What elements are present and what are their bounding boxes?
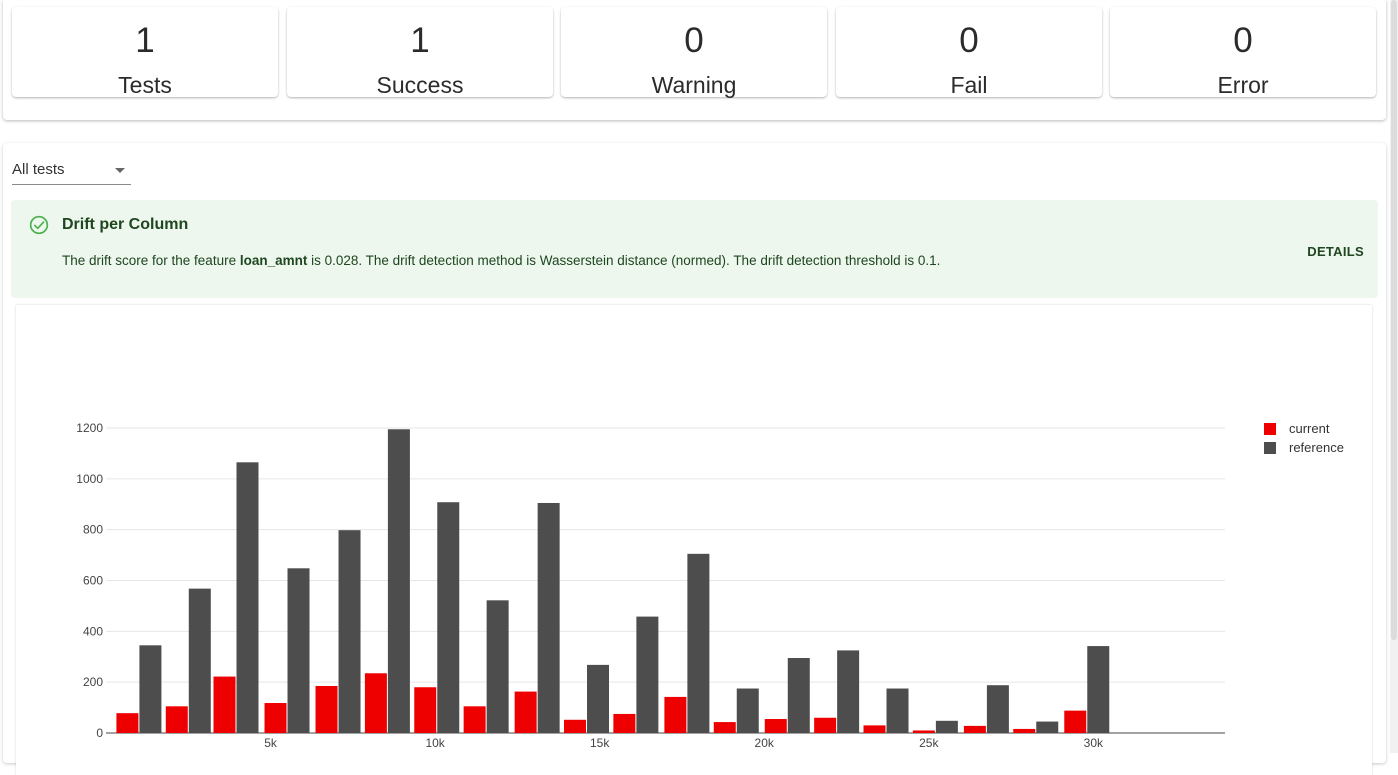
bar-current[interactable] xyxy=(713,722,736,733)
bar-current[interactable] xyxy=(1013,728,1036,733)
bar-current[interactable] xyxy=(165,706,188,733)
x-tick-label: 30k xyxy=(1084,736,1104,750)
test-result-card: Drift per Column The drift score for the… xyxy=(11,200,1378,298)
bar-current[interactable] xyxy=(213,676,236,733)
x-tick-label: 5k xyxy=(264,736,278,750)
bar-reference[interactable] xyxy=(437,502,460,733)
y-axis: 0 200 400 600 800 1000 1200 xyxy=(76,421,103,740)
x-axis: 5k 10k 15k 20k 25k 30k xyxy=(264,736,1104,750)
description-suffix: is 0.028. The drift detection method is … xyxy=(307,253,941,268)
y-tick-label: 1000 xyxy=(76,472,103,486)
bar-current[interactable] xyxy=(1064,710,1087,733)
bar-current[interactable] xyxy=(264,703,287,733)
stat-label: Tests xyxy=(118,72,172,98)
bar-reference[interactable] xyxy=(886,688,909,733)
legend: current reference xyxy=(1264,421,1344,455)
bar-reference[interactable] xyxy=(935,720,958,733)
stat-card-tests: 1 Tests xyxy=(12,7,278,98)
grid-lines xyxy=(106,427,1225,734)
bar-reference[interactable] xyxy=(687,553,710,733)
bar-reference[interactable] xyxy=(486,600,509,733)
stat-card-fail: 0 Fail xyxy=(836,7,1102,98)
x-tick-label: 15k xyxy=(590,736,610,750)
bar-reference[interactable] xyxy=(1087,646,1110,733)
y-tick-label: 800 xyxy=(83,523,103,537)
bar-current[interactable] xyxy=(912,730,935,733)
legend-label[interactable]: current xyxy=(1289,421,1330,436)
bars xyxy=(116,429,1110,733)
bar-reference[interactable] xyxy=(1036,721,1059,733)
bar-current[interactable] xyxy=(764,719,787,733)
bar-current[interactable] xyxy=(963,725,986,733)
stat-value: 0 xyxy=(959,21,979,60)
x-tick-label: 20k xyxy=(755,736,775,750)
y-tick-label: 600 xyxy=(83,574,103,588)
bar-current[interactable] xyxy=(564,719,587,733)
stat-label: Success xyxy=(376,72,464,98)
stat-value: 1 xyxy=(410,21,430,60)
bar-reference[interactable] xyxy=(139,645,162,733)
bar-reference[interactable] xyxy=(387,429,410,733)
bar-reference[interactable] xyxy=(537,502,560,733)
stat-card-success: 1 Success xyxy=(287,7,553,98)
tests-panel: All tests Drift per Column The drift sco… xyxy=(3,143,1386,775)
stat-value: 1 xyxy=(135,21,155,60)
bar-reference[interactable] xyxy=(736,688,759,733)
bar-reference[interactable] xyxy=(636,616,659,733)
bar-reference[interactable] xyxy=(188,588,211,733)
y-tick-label: 1200 xyxy=(76,421,103,435)
bar-reference[interactable] xyxy=(787,658,810,733)
x-tick-label: 25k xyxy=(919,736,939,750)
legend-swatch[interactable] xyxy=(1264,423,1276,435)
stat-value: 0 xyxy=(1233,21,1253,60)
x-tick-label: 10k xyxy=(425,736,445,750)
stat-label: Fail xyxy=(950,72,988,98)
check-circle-icon xyxy=(29,215,49,235)
stat-card-error: 0 Error xyxy=(1110,7,1376,98)
summary-panel: 1 Tests 1 Success 0 Warning 0 Fail 0 Err… xyxy=(3,0,1386,120)
stat-card-warning: 0 Warning xyxy=(561,7,827,98)
filter-value: All tests xyxy=(12,161,65,178)
test-filter-select[interactable]: All tests xyxy=(12,157,131,185)
y-tick-label: 0 xyxy=(96,726,103,740)
bar-current[interactable] xyxy=(514,691,537,733)
bar-current[interactable] xyxy=(364,673,387,733)
bar-current[interactable] xyxy=(116,713,139,733)
stat-label: Error xyxy=(1217,72,1269,98)
bar-current[interactable] xyxy=(315,685,338,733)
feature-name: loan_amnt xyxy=(239,253,308,268)
bar-current[interactable] xyxy=(863,725,886,733)
y-tick-label: 200 xyxy=(83,675,103,689)
chevron-down-icon xyxy=(115,168,125,173)
bar-reference[interactable] xyxy=(986,685,1009,733)
bar-current[interactable] xyxy=(613,713,636,733)
description-prefix: The drift score for the feature xyxy=(62,253,240,268)
test-description: The drift score for the feature loan_amn… xyxy=(62,253,940,268)
details-button[interactable]: DETAILS xyxy=(1301,240,1370,263)
bar-reference[interactable] xyxy=(837,650,860,733)
y-tick-label: 400 xyxy=(83,624,103,638)
bar-reference[interactable] xyxy=(338,530,361,733)
scroll-thumb[interactable] xyxy=(1391,0,1397,640)
bar-current[interactable] xyxy=(664,696,687,733)
bar-current[interactable] xyxy=(414,687,437,733)
bar-reference[interactable] xyxy=(587,664,610,733)
legend-label[interactable]: reference xyxy=(1289,440,1344,455)
test-title: Drift per Column xyxy=(62,216,189,233)
histogram-chart: 020040060080010001200 5k 10k 15k 20k 25k 30k … xyxy=(76,421,1344,750)
page-scrollbar[interactable] xyxy=(1390,0,1398,753)
bar-current[interactable] xyxy=(463,706,486,733)
plot-card: 0 200 400 600 800 1000 1200 5k 10k 15k 20k 25k 30k … xyxy=(16,305,1372,775)
bar-reference[interactable] xyxy=(287,568,310,733)
legend-swatch[interactable] xyxy=(1264,442,1276,454)
bar-current[interactable] xyxy=(814,717,837,733)
stat-label: Warning xyxy=(651,72,737,98)
stat-value: 0 xyxy=(684,21,704,60)
bar-reference[interactable] xyxy=(236,462,259,733)
